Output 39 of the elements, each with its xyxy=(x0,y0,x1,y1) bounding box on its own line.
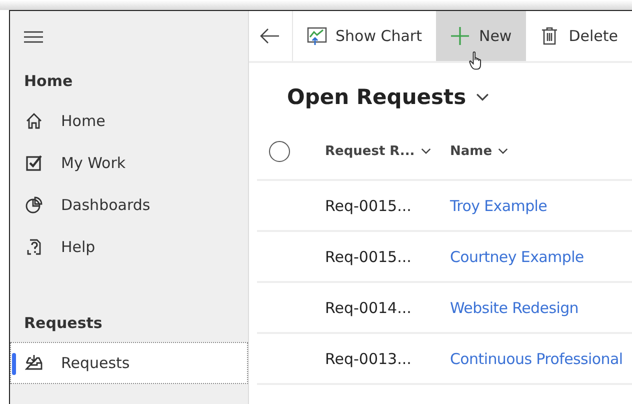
record-link[interactable]: Website Redesign xyxy=(450,298,632,316)
nav-item[interactable]: Dashboards xyxy=(10,184,248,226)
chevron-down-icon xyxy=(498,148,508,154)
record-link[interactable]: Troy Example xyxy=(450,196,632,214)
selection-indicator xyxy=(12,353,16,375)
nav-item[interactable]: Requests xyxy=(10,342,248,384)
nav-item[interactable]: Help xyxy=(10,226,248,268)
view-title: Open Requests xyxy=(287,85,466,109)
menu-icon[interactable] xyxy=(24,31,43,43)
toolbar-button[interactable]: Delete xyxy=(526,11,632,61)
table-row[interactable]: Req-0013... Continuous Professional xyxy=(257,334,632,385)
table-cell-text: Req-0015... xyxy=(325,248,412,266)
table-row[interactable]: Req-0014... Website Redesign xyxy=(257,283,632,334)
select-all-radio[interactable] xyxy=(269,140,290,162)
table-cell-text: Req-0013... xyxy=(325,350,412,368)
trash-icon xyxy=(540,26,560,46)
column-header[interactable]: Name xyxy=(450,144,632,158)
back-arrow-icon xyxy=(260,28,280,44)
inbox-icon xyxy=(25,354,43,372)
table-row[interactable]: Req-0015... Courtney Example xyxy=(257,232,632,283)
table-cell-text: Req-0014... xyxy=(325,298,412,316)
column-header[interactable]: Request R... xyxy=(325,144,450,158)
toolbar-button[interactable]: Show Chart xyxy=(292,11,436,61)
pie-icon xyxy=(25,196,43,214)
table-cell-text: Req-0015... xyxy=(325,196,412,214)
nav-item[interactable]: My Work xyxy=(10,142,248,184)
section-heading: Home xyxy=(24,72,74,90)
chart-icon xyxy=(306,26,327,46)
nav-item[interactable]: Home xyxy=(10,100,248,142)
help-icon xyxy=(25,238,43,256)
chevron-down-icon[interactable] xyxy=(476,93,490,101)
table-row[interactable]: Req-0015... Troy Example xyxy=(257,181,632,232)
section-heading: Requests xyxy=(24,314,104,332)
record-link[interactable]: Continuous Professional xyxy=(450,350,632,368)
plus-icon xyxy=(450,26,470,46)
check-icon xyxy=(25,154,43,172)
home-icon xyxy=(25,112,43,130)
chevron-down-icon xyxy=(420,148,431,154)
record-link[interactable]: Courtney Example xyxy=(450,248,632,266)
